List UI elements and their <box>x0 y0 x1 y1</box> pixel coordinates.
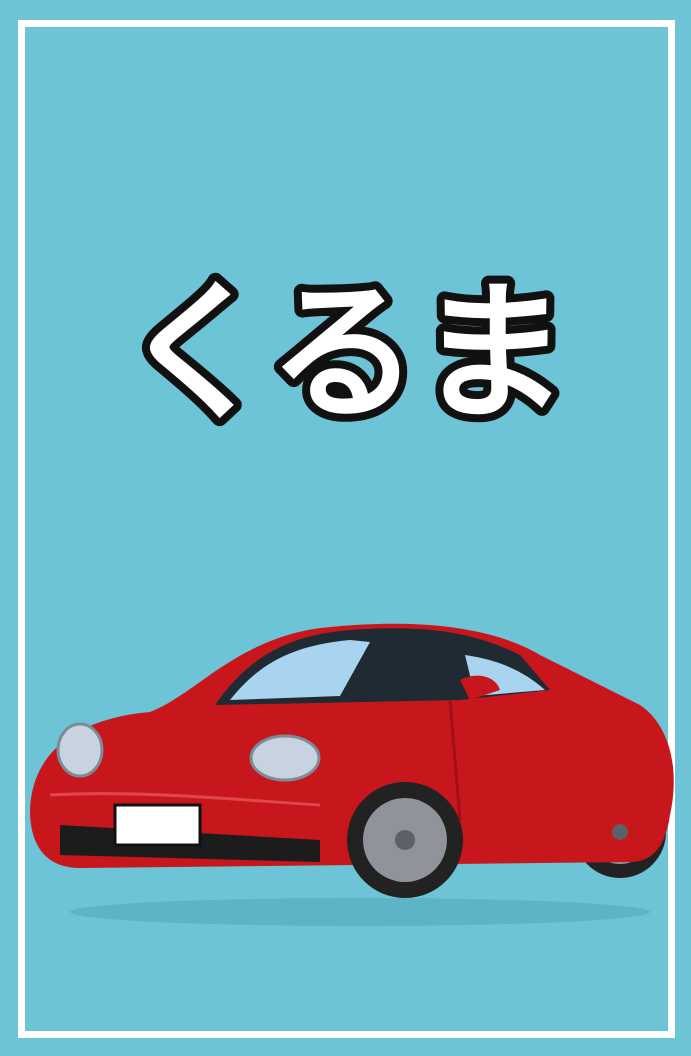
car-icon <box>30 623 674 926</box>
flash-card: くるま <box>0 0 691 1056</box>
license-plate <box>113 803 202 847</box>
card-word: くるま <box>121 267 568 441</box>
card-word-graphic: くるま <box>113 259 576 449</box>
